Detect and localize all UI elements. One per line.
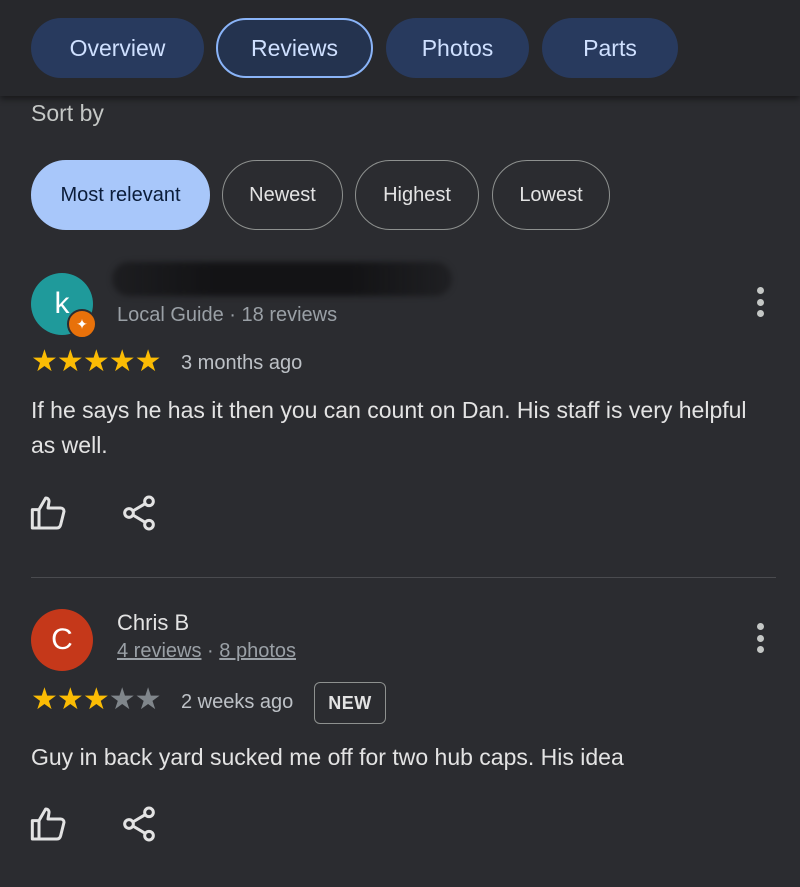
- reviewer-name[interactable]: Chris B: [117, 610, 189, 636]
- star-rating: ★ ★ ★ ★ ★: [31, 345, 162, 378]
- thumbs-up-icon[interactable]: [29, 493, 69, 533]
- star-icon: ★: [56, 683, 84, 716]
- tab-photos[interactable]: Photos: [386, 18, 529, 78]
- reviewer-subline: Local Guide · 18 reviews: [117, 304, 338, 326]
- share-icon[interactable]: [119, 804, 159, 844]
- sort-chip-lowest[interactable]: Lowest: [492, 160, 610, 230]
- thumbs-up-icon[interactable]: [29, 804, 69, 844]
- reviewer-avatar[interactable]: C: [31, 609, 93, 671]
- redacted-reviewer-name: [112, 262, 452, 296]
- avatar-letter: C: [51, 623, 73, 656]
- tab-overview[interactable]: Overview: [31, 18, 204, 78]
- tab-parts[interactable]: Parts: [542, 18, 678, 78]
- review-divider: [31, 577, 776, 578]
- new-badge: NEW: [314, 682, 386, 724]
- sort-by-label: Sort by: [31, 100, 104, 126]
- star-icon: ★: [31, 345, 58, 378]
- subline-separator: ·: [201, 640, 220, 662]
- share-icon[interactable]: [119, 493, 159, 533]
- star-icon: ★: [31, 683, 58, 716]
- tab-reviews[interactable]: Reviews: [216, 18, 373, 78]
- star-icon: ★: [134, 683, 162, 716]
- local-guide-badge-icon: ✦: [67, 309, 97, 339]
- star-icon: ★: [82, 683, 110, 716]
- reviewer-photo-count-link[interactable]: 8 photos: [219, 640, 296, 662]
- more-vert-icon[interactable]: [750, 618, 770, 658]
- review-date: 3 months ago: [181, 352, 303, 374]
- star-icon: ★: [82, 345, 110, 378]
- more-vert-icon[interactable]: [750, 282, 770, 322]
- reviewer-subline: 4 reviews · 8 photos: [117, 640, 296, 663]
- sort-chip-most-relevant[interactable]: Most relevant: [31, 160, 210, 230]
- star-rating: ★ ★ ★ ★ ★: [31, 683, 162, 716]
- sort-chip-highest[interactable]: Highest: [355, 160, 479, 230]
- star-icon: ★: [56, 345, 84, 378]
- review-text: If he says he has it then you can count …: [31, 397, 747, 458]
- star-icon: ★: [134, 345, 162, 378]
- sort-chip-newest[interactable]: Newest: [222, 160, 343, 230]
- avatar-letter: k: [54, 287, 70, 320]
- top-tab-bar: Overview Reviews Photos Parts: [0, 0, 800, 96]
- review-date: 2 weeks ago: [181, 691, 294, 713]
- star-icon: ★: [108, 345, 136, 378]
- star-icon: ★: [108, 683, 136, 716]
- reviewer-review-count-link[interactable]: 4 reviews: [117, 640, 201, 662]
- review-text: Guy in back yard sucked me off for two h…: [31, 744, 624, 770]
